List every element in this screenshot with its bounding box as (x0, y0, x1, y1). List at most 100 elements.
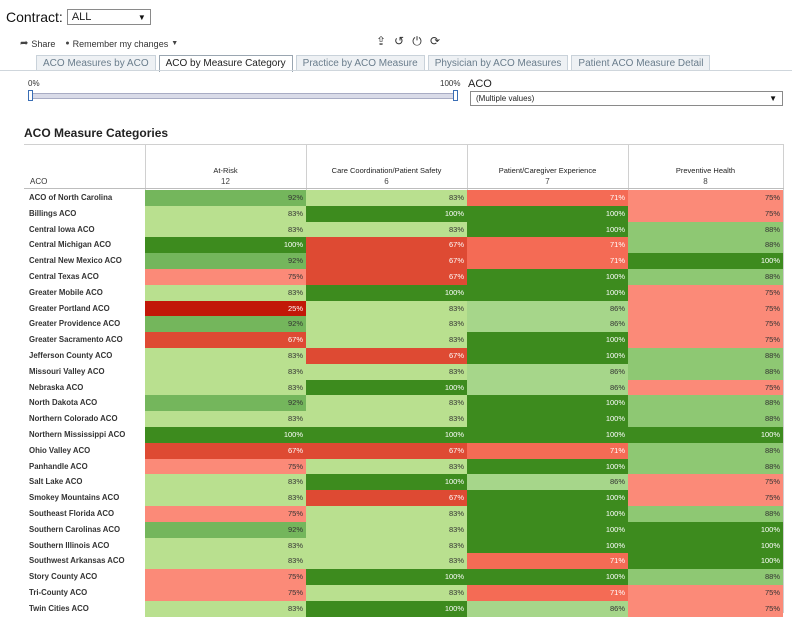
table-row[interactable]: Billings ACO 83% 100% 100% 75% (24, 205, 784, 222)
cell-patient-experience[interactable]: 100% (467, 395, 628, 412)
cell-preventive-health[interactable]: 75% (628, 190, 783, 206)
table-row[interactable]: Southwest Arkansas ACO 83% 83% 71% 100% (24, 553, 784, 570)
cell-care-coordination[interactable]: 67% (306, 442, 467, 459)
cell-care-coordination[interactable]: 100% (306, 426, 467, 443)
table-row[interactable]: Missouri Valley ACO 83% 83% 86% 88% (24, 363, 784, 380)
cell-preventive-health[interactable]: 100% (628, 521, 783, 538)
cell-at-risk[interactable]: 92% (145, 521, 306, 538)
tab-aco-measures-by-aco[interactable]: ACO Measures by ACO (36, 55, 156, 71)
table-row[interactable]: Jefferson County ACO 83% 67% 100% 88% (24, 347, 784, 364)
cell-patient-experience[interactable]: 71% (467, 253, 628, 269)
cell-at-risk[interactable]: 92% (145, 316, 306, 333)
power-icon[interactable]: ⏻ (408, 34, 426, 49)
cell-preventive-health[interactable]: 75% (628, 490, 783, 506)
cell-care-coordination[interactable]: 83% (306, 553, 467, 570)
table-row[interactable]: Central New Mexico ACO 92% 67% 71% 100% (24, 253, 784, 269)
cell-preventive-health[interactable]: 88% (628, 569, 783, 585)
table-row[interactable]: Greater Portland ACO 25% 83% 86% 75% (24, 300, 784, 317)
column-header-at-risk[interactable]: At-Risk 12 (145, 166, 306, 186)
cell-patient-experience[interactable]: 100% (467, 505, 628, 522)
tab-patient-aco-measure-detail[interactable]: Patient ACO Measure Detail (571, 55, 711, 71)
cell-care-coordination[interactable]: 83% (306, 521, 467, 538)
table-row[interactable]: Southern Carolinas ACO 92% 83% 100% 100% (24, 521, 784, 538)
cell-patient-experience[interactable]: 71% (467, 584, 628, 601)
cell-preventive-health[interactable]: 88% (628, 411, 783, 427)
cell-preventive-health[interactable]: 75% (628, 316, 783, 333)
cell-care-coordination[interactable]: 83% (306, 395, 467, 412)
table-row[interactable]: Central Michigan ACO 100% 67% 71% 88% (24, 237, 784, 254)
table-row[interactable]: Greater Sacramento ACO 67% 83% 100% 75% (24, 332, 784, 348)
cell-patient-experience[interactable]: 100% (467, 411, 628, 427)
cell-care-coordination[interactable]: 100% (306, 600, 467, 617)
cell-care-coordination[interactable]: 83% (306, 458, 467, 475)
export-icon[interactable]: ⇪ (372, 34, 390, 49)
cell-patient-experience[interactable]: 100% (467, 332, 628, 348)
undo-icon[interactable]: ↺ (390, 34, 408, 49)
cell-care-coordination[interactable]: 67% (306, 490, 467, 506)
cell-at-risk[interactable]: 100% (145, 426, 306, 443)
cell-at-risk[interactable]: 83% (145, 600, 306, 617)
table-row[interactable]: Northern Colorado ACO 83% 83% 100% 88% (24, 411, 784, 427)
cell-preventive-health[interactable]: 75% (628, 284, 783, 301)
cell-at-risk[interactable]: 83% (145, 537, 306, 554)
share-button[interactable]: ➦ Share (20, 38, 55, 49)
cell-patient-experience[interactable]: 71% (467, 442, 628, 459)
cell-preventive-health[interactable]: 75% (628, 600, 783, 617)
cell-patient-experience[interactable]: 86% (467, 600, 628, 617)
table-row[interactable]: Story County ACO 75% 100% 100% 88% (24, 569, 784, 585)
cell-patient-experience[interactable]: 86% (467, 300, 628, 317)
cell-at-risk[interactable]: 75% (145, 268, 306, 285)
cell-at-risk[interactable]: 83% (145, 553, 306, 570)
cell-at-risk[interactable]: 83% (145, 284, 306, 301)
refresh-icon[interactable]: ⟳ (426, 34, 444, 49)
cell-preventive-health[interactable]: 88% (628, 221, 783, 238)
cell-at-risk[interactable]: 83% (145, 379, 306, 396)
table-row[interactable]: Southern Illinois ACO 83% 83% 100% 100% (24, 537, 784, 554)
cell-care-coordination[interactable]: 83% (306, 363, 467, 380)
cell-care-coordination[interactable]: 100% (306, 205, 467, 222)
cell-patient-experience[interactable]: 100% (467, 458, 628, 475)
cell-care-coordination[interactable]: 100% (306, 379, 467, 396)
cell-at-risk[interactable]: 75% (145, 584, 306, 601)
remember-changes-button[interactable]: ● Remember my changes ▼ (65, 39, 181, 49)
cell-patient-experience[interactable]: 100% (467, 205, 628, 222)
cell-preventive-health[interactable]: 75% (628, 584, 783, 601)
table-row[interactable]: Central Texas ACO 75% 67% 100% 88% (24, 268, 784, 285)
cell-preventive-health[interactable]: 75% (628, 379, 783, 396)
table-row[interactable]: Twin Cities ACO 83% 100% 86% 75% (24, 600, 784, 617)
cell-care-coordination[interactable]: 83% (306, 221, 467, 238)
column-header-preventive-health[interactable]: Preventive Health 8 (628, 166, 783, 186)
cell-patient-experience[interactable]: 100% (467, 490, 628, 506)
cell-patient-experience[interactable]: 100% (467, 569, 628, 585)
cell-care-coordination[interactable]: 100% (306, 569, 467, 585)
cell-at-risk[interactable]: 75% (145, 458, 306, 475)
cell-at-risk[interactable]: 92% (145, 190, 306, 206)
table-row[interactable]: Greater Providence ACO 92% 83% 86% 75% (24, 316, 784, 333)
slider-handle-low[interactable] (28, 90, 33, 101)
cell-patient-experience[interactable]: 71% (467, 553, 628, 570)
cell-care-coordination[interactable]: 83% (306, 584, 467, 601)
percent-range-slider[interactable] (30, 93, 457, 99)
cell-preventive-health[interactable]: 88% (628, 268, 783, 285)
cell-preventive-health[interactable]: 88% (628, 442, 783, 459)
cell-preventive-health[interactable]: 75% (628, 205, 783, 222)
cell-at-risk[interactable]: 83% (145, 490, 306, 506)
table-row[interactable]: North Dakota ACO 92% 83% 100% 88% (24, 395, 784, 412)
table-row[interactable]: Tri-County ACO 75% 83% 71% 75% (24, 584, 784, 601)
cell-at-risk[interactable]: 75% (145, 505, 306, 522)
cell-at-risk[interactable]: 92% (145, 253, 306, 269)
cell-preventive-health[interactable]: 100% (628, 537, 783, 554)
cell-patient-experience[interactable]: 71% (467, 190, 628, 206)
column-header-care-coordination[interactable]: Care Coordination/Patient Safety 6 (306, 166, 467, 186)
cell-care-coordination[interactable]: 83% (306, 537, 467, 554)
table-row[interactable]: Smokey Mountains ACO 83% 67% 100% 75% (24, 490, 784, 506)
table-row[interactable]: Southeast Florida ACO 75% 83% 100% 88% (24, 505, 784, 522)
table-row[interactable]: Northern Mississippi ACO 100% 100% 100% 100% (24, 426, 784, 443)
cell-preventive-health[interactable]: 88% (628, 363, 783, 380)
cell-patient-experience[interactable]: 100% (467, 521, 628, 538)
cell-preventive-health[interactable]: 88% (628, 458, 783, 475)
cell-care-coordination[interactable]: 83% (306, 300, 467, 317)
contract-dropdown[interactable]: ALL ▼ (66, 9, 151, 25)
cell-at-risk[interactable]: 83% (145, 474, 306, 491)
cell-patient-experience[interactable]: 100% (467, 537, 628, 554)
